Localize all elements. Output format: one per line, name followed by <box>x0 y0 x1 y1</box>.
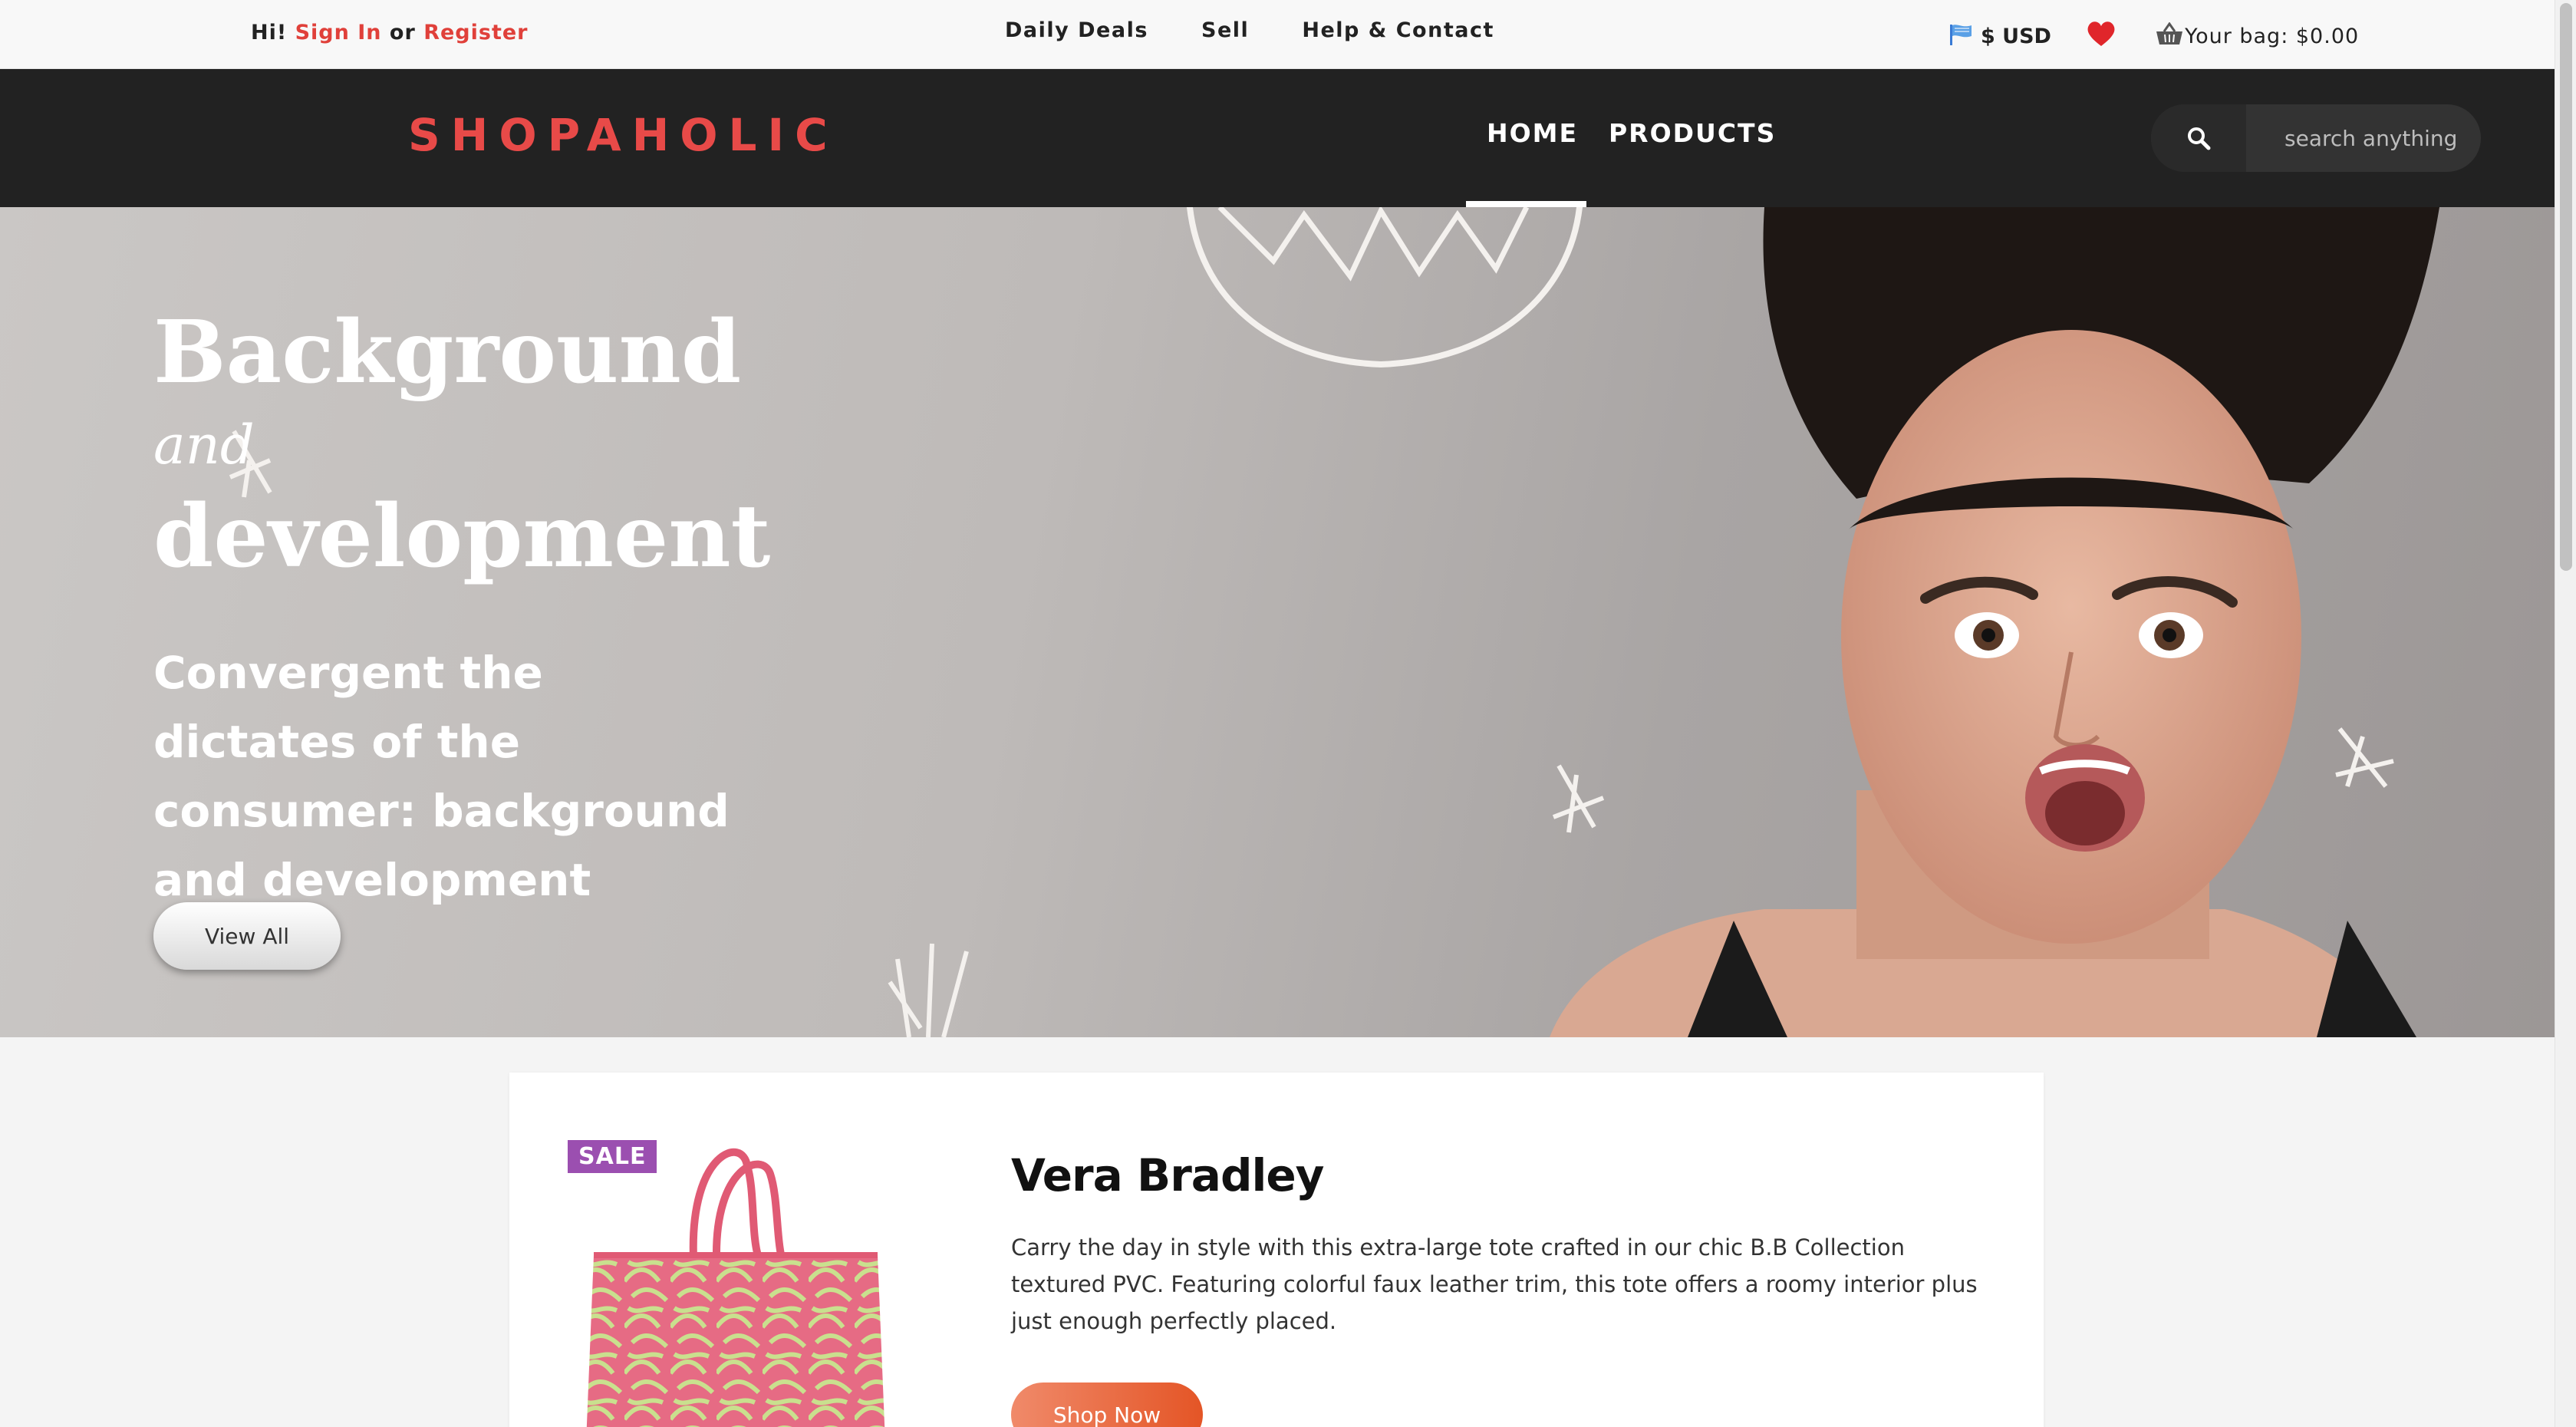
view-all-button[interactable]: View All <box>153 902 341 970</box>
top-utility-bar: Hi! Sign In or Register Daily Deals Sell… <box>0 0 2555 69</box>
sale-badge: SALE <box>568 1140 657 1173</box>
search-input[interactable] <box>2246 104 2476 172</box>
hero-title-and: and <box>153 414 255 476</box>
page-scrollbar[interactable] <box>2555 0 2576 1427</box>
hero-title-line1: Background <box>153 302 742 403</box>
shop-now-button[interactable]: Shop Now <box>1011 1383 1203 1427</box>
nav-products[interactable]: PRODUCTS <box>1609 118 1776 148</box>
greeting-or: or <box>389 21 416 44</box>
heart-icon[interactable] <box>2086 20 2116 51</box>
sign-in-link[interactable]: Sign In <box>295 21 382 44</box>
active-nav-indicator <box>1466 201 1586 207</box>
search-button[interactable] <box>2151 104 2246 172</box>
greeting-prefix: Hi! <box>251 21 288 44</box>
basket-icon <box>2156 21 2183 44</box>
site-logo[interactable]: SHOPAHOLIC <box>408 109 838 161</box>
help-contact-link[interactable]: Help & Contact <box>1302 18 1494 42</box>
top-right-tools: $ USD Your bag: $0.00 <box>1948 20 2359 51</box>
currency-selector[interactable]: $ USD <box>1948 23 2051 48</box>
search-icon <box>2188 127 2211 150</box>
hero-title: Background and development <box>153 307 844 583</box>
scrollbar-thumb[interactable] <box>2560 3 2572 571</box>
hero-title-line2: development <box>153 486 771 587</box>
main-nav: SHOPAHOLIC HOME PRODUCTS <box>0 69 2555 207</box>
search-box <box>2151 104 2481 172</box>
nav-home[interactable]: HOME <box>1487 118 1578 148</box>
product-description: Carry the day in style with this extra-l… <box>1011 1234 1978 1334</box>
product-card: SALE Vera Bradley Carry the day in style… <box>509 1073 2044 1427</box>
hero-banner: Background and development Convergent th… <box>0 207 2555 1037</box>
bag-total: Your bag: $0.00 <box>2185 25 2360 48</box>
hero-subtitle: Convergent the dictates of the consumer:… <box>153 647 730 906</box>
register-link[interactable]: Register <box>423 21 528 44</box>
sell-link[interactable]: Sell <box>1201 18 1249 42</box>
product-title[interactable]: Vera Bradley <box>1011 1149 1324 1201</box>
daily-deals-link[interactable]: Daily Deals <box>1005 18 1148 42</box>
currency-label: $ USD <box>1981 24 2051 48</box>
greeting: Hi! Sign In or Register <box>251 21 528 44</box>
cart-link[interactable]: Your bag: $0.00 <box>2156 21 2360 48</box>
flag-icon <box>1950 24 1972 45</box>
top-links: Daily Deals Sell Help & Contact <box>1005 18 1543 42</box>
